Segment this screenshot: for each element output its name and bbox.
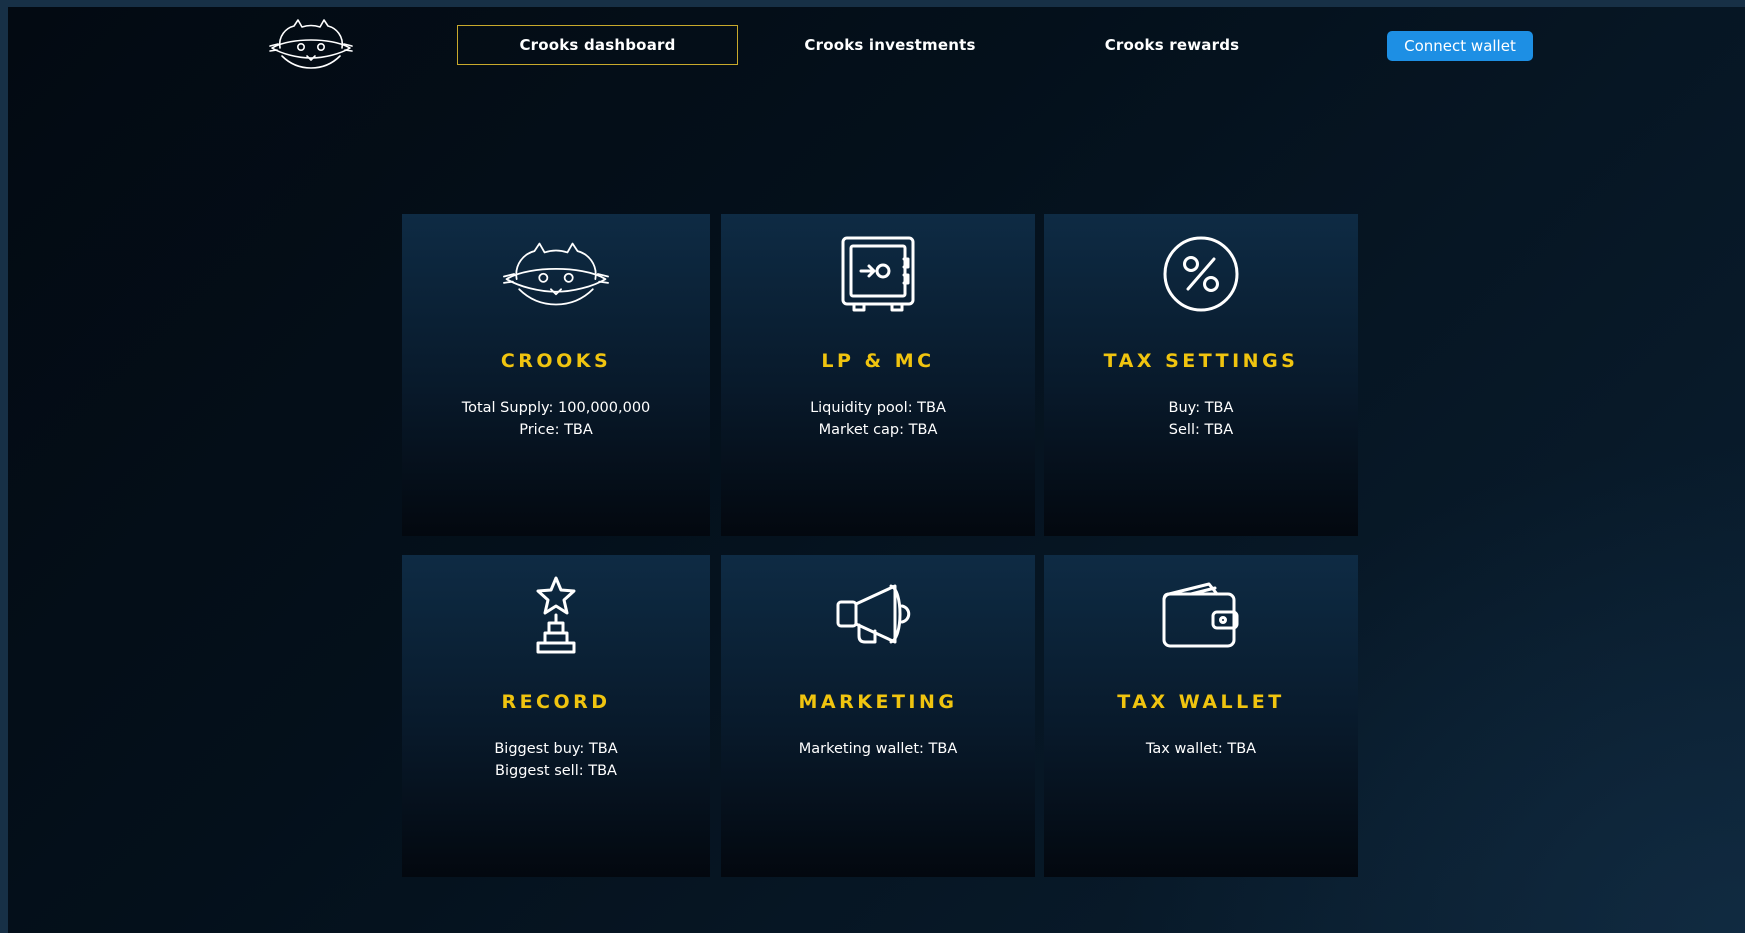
stat-card-lp-mc: LP & MC Liquidity pool: TBA Market cap: … xyxy=(721,214,1035,536)
card-stat-buy-tax: Buy: TBA xyxy=(1168,400,1234,416)
stat-card-crooks: CROOKS Total Supply: 100,000,000 Price: … xyxy=(402,214,710,536)
card-title: CROOKS xyxy=(500,350,612,372)
trophy-icon xyxy=(402,573,710,657)
megaphone-icon xyxy=(721,573,1035,657)
stat-card-record: RECORD Biggest buy: TBA Biggest sell: TB… xyxy=(402,555,710,877)
safe-icon xyxy=(721,232,1035,316)
stat-card-tax-wallet: TAX WALLET Tax wallet: TBA xyxy=(1044,555,1358,877)
card-title: LP & MC xyxy=(821,350,935,372)
connect-wallet-button[interactable]: Connect wallet xyxy=(1387,31,1533,61)
stat-card-tax-settings: TAX SETTINGS Buy: TBA Sell: TBA xyxy=(1044,214,1358,536)
card-stat-marketing-wallet: Marketing wallet: TBA xyxy=(798,741,958,757)
card-title: RECORD xyxy=(501,691,611,713)
card-stat-biggest-buy: Biggest buy: TBA xyxy=(494,741,618,757)
nav-tab-crooks-rewards[interactable]: Crooks rewards xyxy=(1072,25,1272,65)
wallet-icon xyxy=(1044,573,1358,657)
nav-tab-crooks-dashboard[interactable]: Crooks dashboard xyxy=(457,25,738,65)
card-stat-sell-tax: Sell: TBA xyxy=(1168,422,1234,438)
card-stat-market-cap: Market cap: TBA xyxy=(818,422,938,438)
raccoon-logo-icon[interactable] xyxy=(268,18,354,70)
card-stat-tax-wallet: Tax wallet: TBA xyxy=(1145,741,1257,757)
card-stat-price: Price: TBA xyxy=(519,422,593,438)
nav-tab-crooks-investments[interactable]: Crooks investments xyxy=(790,25,990,65)
card-stat-total-supply: Total Supply: 100,000,000 xyxy=(461,400,651,416)
stat-card-marketing: MARKETING Marketing wallet: TBA xyxy=(721,555,1035,877)
card-stat-biggest-sell: Biggest sell: TBA xyxy=(495,763,617,779)
card-stat-liquidity-pool: Liquidity pool: TBA xyxy=(810,400,946,416)
percent-icon xyxy=(1044,232,1358,316)
card-title: TAX WALLET xyxy=(1117,691,1285,713)
raccoon-mask-icon xyxy=(402,232,710,316)
card-title: MARKETING xyxy=(798,691,958,713)
card-title: TAX SETTINGS xyxy=(1103,350,1299,372)
